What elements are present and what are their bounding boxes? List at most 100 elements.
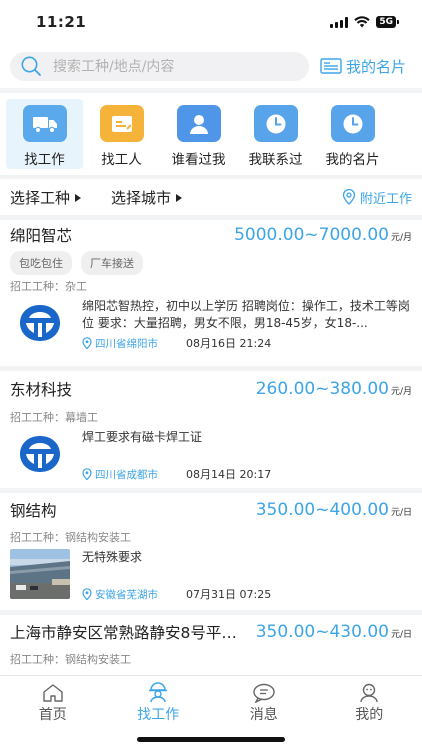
my-card-button[interactable]: 我的名片 bbox=[320, 56, 406, 77]
salary-range: 5000.00~7000.00 bbox=[234, 225, 389, 245]
quick-menu: 找工作 找工人 谁看过我 我联系过 我的名片 bbox=[0, 93, 422, 175]
job-site-photo bbox=[10, 549, 70, 599]
company-logo bbox=[10, 298, 70, 348]
job-description: 焊工要求有磁卡焊工证 bbox=[82, 430, 203, 444]
benefit-tag: 厂车接送 bbox=[81, 251, 143, 275]
location-pin-icon bbox=[82, 468, 92, 480]
search-input[interactable]: 搜索工种/地点/内容 bbox=[10, 51, 309, 81]
truck-icon bbox=[22, 105, 67, 142]
tag-list: 包吃包住 厂车接送 bbox=[10, 250, 412, 276]
salary: 5000.00~7000.00 元/月 bbox=[234, 225, 412, 245]
city-selector[interactable]: 选择城市 bbox=[111, 187, 183, 208]
menu-find-worker[interactable]: 找工人 bbox=[83, 99, 160, 169]
worker-helmet-icon bbox=[149, 682, 168, 703]
tab-label: 找工作 bbox=[137, 707, 180, 723]
tab-label: 消息 bbox=[249, 707, 278, 723]
menu-my-card[interactable]: 我的名片 bbox=[314, 99, 391, 169]
caret-right-icon bbox=[75, 194, 82, 202]
city-label: 选择城市 bbox=[111, 188, 172, 207]
post-date: 08月14日 20:17 bbox=[186, 468, 272, 481]
job-description: 无特殊要求 bbox=[82, 550, 143, 564]
tab-label: 首页 bbox=[38, 707, 67, 723]
post-date: 08月16日 21:24 bbox=[186, 337, 272, 350]
status-icons: 5G bbox=[330, 16, 399, 28]
home-indicator bbox=[137, 737, 285, 742]
salary: 350.00~400.00 元/日 bbox=[256, 500, 412, 520]
company-logo-icon bbox=[20, 305, 60, 341]
salary-unit: 元/日 bbox=[390, 630, 412, 640]
salary-range: 350.00~430.00 bbox=[255, 622, 389, 642]
menu-label: 找工人 bbox=[101, 152, 142, 168]
company-name: 绵阳智芯 bbox=[10, 227, 73, 245]
salary-unit: 元/月 bbox=[390, 233, 412, 243]
company-logo bbox=[10, 429, 70, 479]
tab-messages[interactable]: 消息 bbox=[211, 676, 317, 724]
person-icon bbox=[176, 105, 221, 142]
work-type: 招工工种：钢结构安装工 bbox=[10, 531, 131, 544]
work-type-label: 选择工种 bbox=[10, 188, 71, 207]
home-icon bbox=[43, 684, 63, 702]
job-card[interactable]: 绵阳智芯 5000.00~7000.00 元/月 包吃包住 厂车接送 招工工种：杂… bbox=[0, 220, 422, 366]
filter-bar: 选择工种 选择城市 附近工作 bbox=[0, 179, 422, 215]
work-type: 招工工种：幕墙工 bbox=[10, 411, 98, 424]
tab-profile[interactable]: 我的 bbox=[317, 676, 422, 724]
location-text: 四川省绵阳市 bbox=[95, 337, 158, 350]
tab-home[interactable]: 首页 bbox=[0, 676, 106, 724]
tab-find-job[interactable]: 找工作 bbox=[106, 676, 212, 724]
salary-unit: 元/月 bbox=[390, 387, 412, 397]
app-screen: 11:21 5G 搜索工种/地点/内容 我的名片 找工作 找工人 谁看过我 我联… bbox=[0, 0, 422, 750]
nearby-jobs-button[interactable]: 附近工作 bbox=[342, 188, 412, 207]
work-type: 招工工种：杂工 bbox=[10, 280, 87, 293]
location-pin-icon bbox=[82, 588, 92, 600]
company-name: 钢结构 bbox=[10, 502, 57, 520]
clock-icon bbox=[253, 105, 298, 142]
salary-range: 350.00~400.00 bbox=[255, 500, 389, 520]
company-name: 上海市静安区常熟路静安8号平… bbox=[10, 624, 237, 642]
caret-right-icon bbox=[176, 194, 183, 202]
company-logo-icon bbox=[20, 436, 60, 472]
job-location: 四川省成都市 bbox=[82, 467, 186, 482]
tab-label: 我的 bbox=[355, 707, 384, 723]
menu-label: 我的名片 bbox=[325, 152, 380, 168]
profile-icon bbox=[360, 683, 378, 703]
message-icon bbox=[253, 683, 275, 703]
bottom-tab-bar: 首页 找工作 消息 我的 bbox=[0, 675, 422, 750]
card-icon bbox=[99, 105, 144, 142]
network-badge: 5G bbox=[376, 16, 399, 28]
job-description: 绵阳芯智热控，初中以上学历 招聘岗位：操作工，技术工等岗位 要求：大量招聘，男女… bbox=[82, 299, 410, 330]
job-location: 四川省绵阳市 bbox=[82, 336, 186, 351]
status-time: 11:21 bbox=[36, 13, 87, 31]
clock-icon bbox=[330, 105, 375, 142]
location-text: 安徽省芜湖市 bbox=[95, 588, 158, 601]
location-text: 四川省成都市 bbox=[95, 468, 158, 481]
work-type-selector[interactable]: 选择工种 bbox=[10, 187, 82, 208]
menu-find-job[interactable]: 找工作 bbox=[6, 99, 83, 169]
job-card[interactable]: 钢结构 350.00~400.00 元/日 招工工种：钢结构安装工 无特殊要求 安… bbox=[0, 493, 422, 610]
nearby-label: 附近工作 bbox=[359, 191, 412, 207]
job-card[interactable]: 东材科技 260.00~380.00 元/月 招工工种：幕墙工 焊工要求有磁卡焊工… bbox=[0, 371, 422, 488]
menu-label: 我联系过 bbox=[248, 152, 303, 168]
work-type: 招工工种：钢结构安装工 bbox=[10, 653, 131, 666]
wifi-icon bbox=[354, 16, 371, 28]
menu-contacted[interactable]: 我联系过 bbox=[237, 99, 314, 169]
salary-unit: 元/日 bbox=[390, 508, 412, 518]
signal-icon bbox=[330, 16, 349, 28]
company-name: 东材科技 bbox=[10, 381, 73, 399]
salary-range: 260.00~380.00 bbox=[255, 379, 389, 399]
menu-label: 找工作 bbox=[24, 152, 65, 168]
my-card-label: 我的名片 bbox=[346, 57, 407, 76]
post-date: 07月31日 07:25 bbox=[186, 588, 272, 601]
search-placeholder: 搜索工种/地点/内容 bbox=[53, 59, 175, 75]
status-bar: 11:21 5G bbox=[0, 0, 422, 44]
search-icon bbox=[21, 56, 41, 76]
salary: 260.00~380.00 元/月 bbox=[256, 379, 412, 399]
search-row: 搜索工种/地点/内容 我的名片 bbox=[0, 44, 422, 88]
location-pin-icon bbox=[342, 189, 356, 205]
job-location: 安徽省芜湖市 bbox=[82, 587, 186, 602]
benefit-tag: 包吃包住 bbox=[10, 251, 72, 275]
id-card-icon bbox=[320, 58, 342, 74]
location-pin-icon bbox=[82, 337, 92, 349]
salary: 350.00~430.00 元/日 bbox=[256, 622, 412, 642]
menu-who-viewed[interactable]: 谁看过我 bbox=[160, 99, 237, 169]
menu-label: 谁看过我 bbox=[171, 152, 226, 168]
